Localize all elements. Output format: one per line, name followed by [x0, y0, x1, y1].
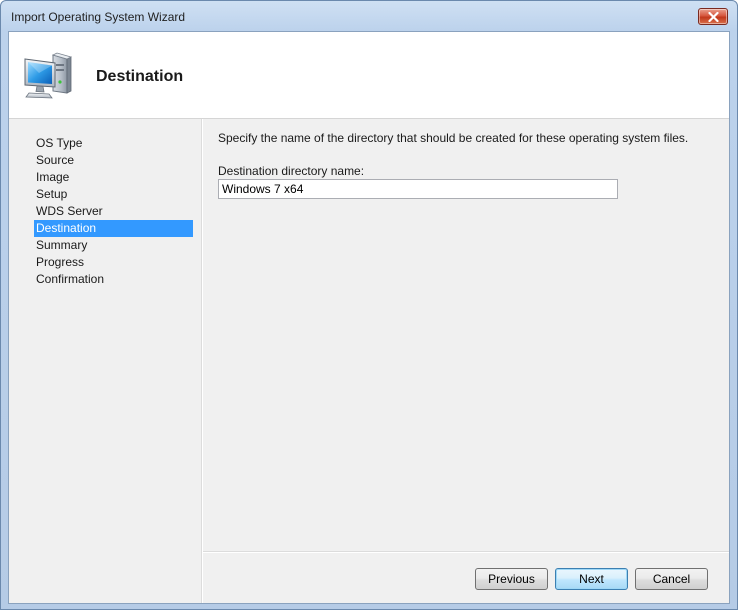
wizard-content: Specify the name of the directory that s…	[203, 119, 729, 551]
close-icon	[708, 12, 719, 22]
nav-item-wds-server[interactable]: WDS Server	[34, 203, 193, 220]
nav-item-image[interactable]: Image	[34, 169, 193, 186]
destination-directory-label: Destination directory name:	[218, 164, 365, 178]
nav-item-confirmation[interactable]: Confirmation	[34, 271, 193, 288]
previous-button[interactable]: Previous	[475, 568, 548, 590]
cancel-button[interactable]: Cancel	[635, 568, 708, 590]
nav-item-summary[interactable]: Summary	[34, 237, 193, 254]
computer-icon	[24, 52, 73, 99]
next-button[interactable]: Next	[555, 568, 628, 590]
button-area-divider	[203, 551, 729, 553]
instruction-text: Specify the name of the directory that s…	[218, 131, 689, 145]
title-bar[interactable]: Import Operating System Wizard	[1, 1, 737, 31]
nav-item-os-type[interactable]: OS Type	[34, 135, 193, 152]
window-title: Import Operating System Wizard	[11, 10, 186, 24]
nav-item-setup[interactable]: Setup	[34, 186, 193, 203]
close-button[interactable]	[698, 8, 728, 25]
page-title: Destination	[96, 68, 184, 85]
wizard-window: Import Operating System Wizard Destinati…	[0, 0, 738, 610]
wizard-step-list: OS Type Source Image Setup WDS Server De…	[9, 119, 201, 603]
destination-directory-input[interactable]	[218, 179, 618, 199]
wizard-client-area: Destination OS Type Source Image Setup W…	[8, 31, 730, 604]
nav-item-destination[interactable]: Destination	[34, 220, 193, 237]
nav-item-progress[interactable]: Progress	[34, 254, 193, 271]
nav-item-source[interactable]: Source	[34, 152, 193, 169]
wizard-header: Destination	[9, 32, 729, 119]
